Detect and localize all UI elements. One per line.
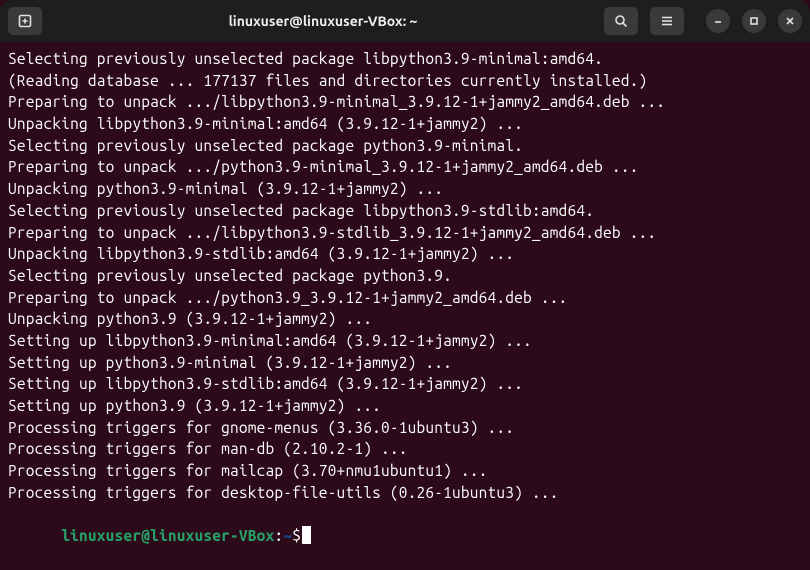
terminal-line: (Reading database ... 177137 files and d… xyxy=(8,70,802,92)
prompt-colon: : xyxy=(274,527,283,544)
terminal-line: Preparing to unpack .../python3.9_3.9.12… xyxy=(8,287,802,309)
terminal-line: Processing triggers for mailcap (3.70+nm… xyxy=(8,460,802,482)
hamburger-icon xyxy=(660,14,674,28)
prompt-line: linuxuser@linuxuser-VBox:~$ xyxy=(8,503,802,568)
search-button[interactable] xyxy=(604,7,638,35)
cursor xyxy=(302,526,311,544)
terminal-line: Selecting previously unselected package … xyxy=(8,48,802,70)
terminal-line: Setting up python3.9-minimal (3.9.12-1+j… xyxy=(8,352,802,374)
terminal-line: Processing triggers for desktop-file-uti… xyxy=(8,482,802,504)
minimize-icon xyxy=(713,16,723,26)
terminal-line: Setting up libpython3.9-stdlib:amd64 (3.… xyxy=(8,373,802,395)
close-button[interactable] xyxy=(778,9,802,33)
terminal-line: Preparing to unpack .../libpython3.9-std… xyxy=(8,222,802,244)
terminal-line: Setting up python3.9 (3.9.12-1+jammy2) .… xyxy=(8,395,802,417)
window-controls xyxy=(706,9,802,33)
search-icon xyxy=(614,14,628,28)
terminal-line: Unpacking python3.9-minimal (3.9.12-1+ja… xyxy=(8,178,802,200)
titlebar: linuxuser@linuxuser-VBox: ~ xyxy=(0,0,810,42)
terminal-line: Preparing to unpack .../python3.9-minima… xyxy=(8,156,802,178)
terminal-line: Unpacking libpython3.9-stdlib:amd64 (3.9… xyxy=(8,243,802,265)
terminal-body[interactable]: Selecting previously unselected package … xyxy=(0,42,810,570)
new-tab-button[interactable] xyxy=(8,7,42,35)
terminal-line: Selecting previously unselected package … xyxy=(8,200,802,222)
terminal-line: Processing triggers for man-db (2.10.2-1… xyxy=(8,438,802,460)
terminal-line: Unpacking python3.9 (3.9.12-1+jammy2) ..… xyxy=(8,308,802,330)
terminal-line: Selecting previously unselected package … xyxy=(8,135,802,157)
maximize-button[interactable] xyxy=(742,9,766,33)
terminal-window: linuxuser@linuxuser-VBox: ~ xyxy=(0,0,810,570)
titlebar-right xyxy=(604,7,802,35)
window-title: linuxuser@linuxuser-VBox: ~ xyxy=(50,13,596,29)
terminal-output: Selecting previously unselected package … xyxy=(8,48,802,503)
terminal-line: Unpacking libpython3.9-minimal:amd64 (3.… xyxy=(8,113,802,135)
titlebar-left xyxy=(8,7,42,35)
menu-button[interactable] xyxy=(650,7,684,35)
prompt-dollar: $ xyxy=(292,527,301,544)
terminal-line: Selecting previously unselected package … xyxy=(8,265,802,287)
terminal-line: Preparing to unpack .../libpython3.9-min… xyxy=(8,91,802,113)
prompt-path: ~ xyxy=(283,527,292,544)
maximize-icon xyxy=(749,16,759,26)
terminal-line: Setting up libpython3.9-minimal:amd64 (3… xyxy=(8,330,802,352)
prompt-user-host: linuxuser@linuxuser-VBox xyxy=(61,527,274,544)
close-icon xyxy=(785,16,795,26)
minimize-button[interactable] xyxy=(706,9,730,33)
terminal-line: Processing triggers for gnome-menus (3.3… xyxy=(8,417,802,439)
new-tab-icon xyxy=(18,14,32,28)
